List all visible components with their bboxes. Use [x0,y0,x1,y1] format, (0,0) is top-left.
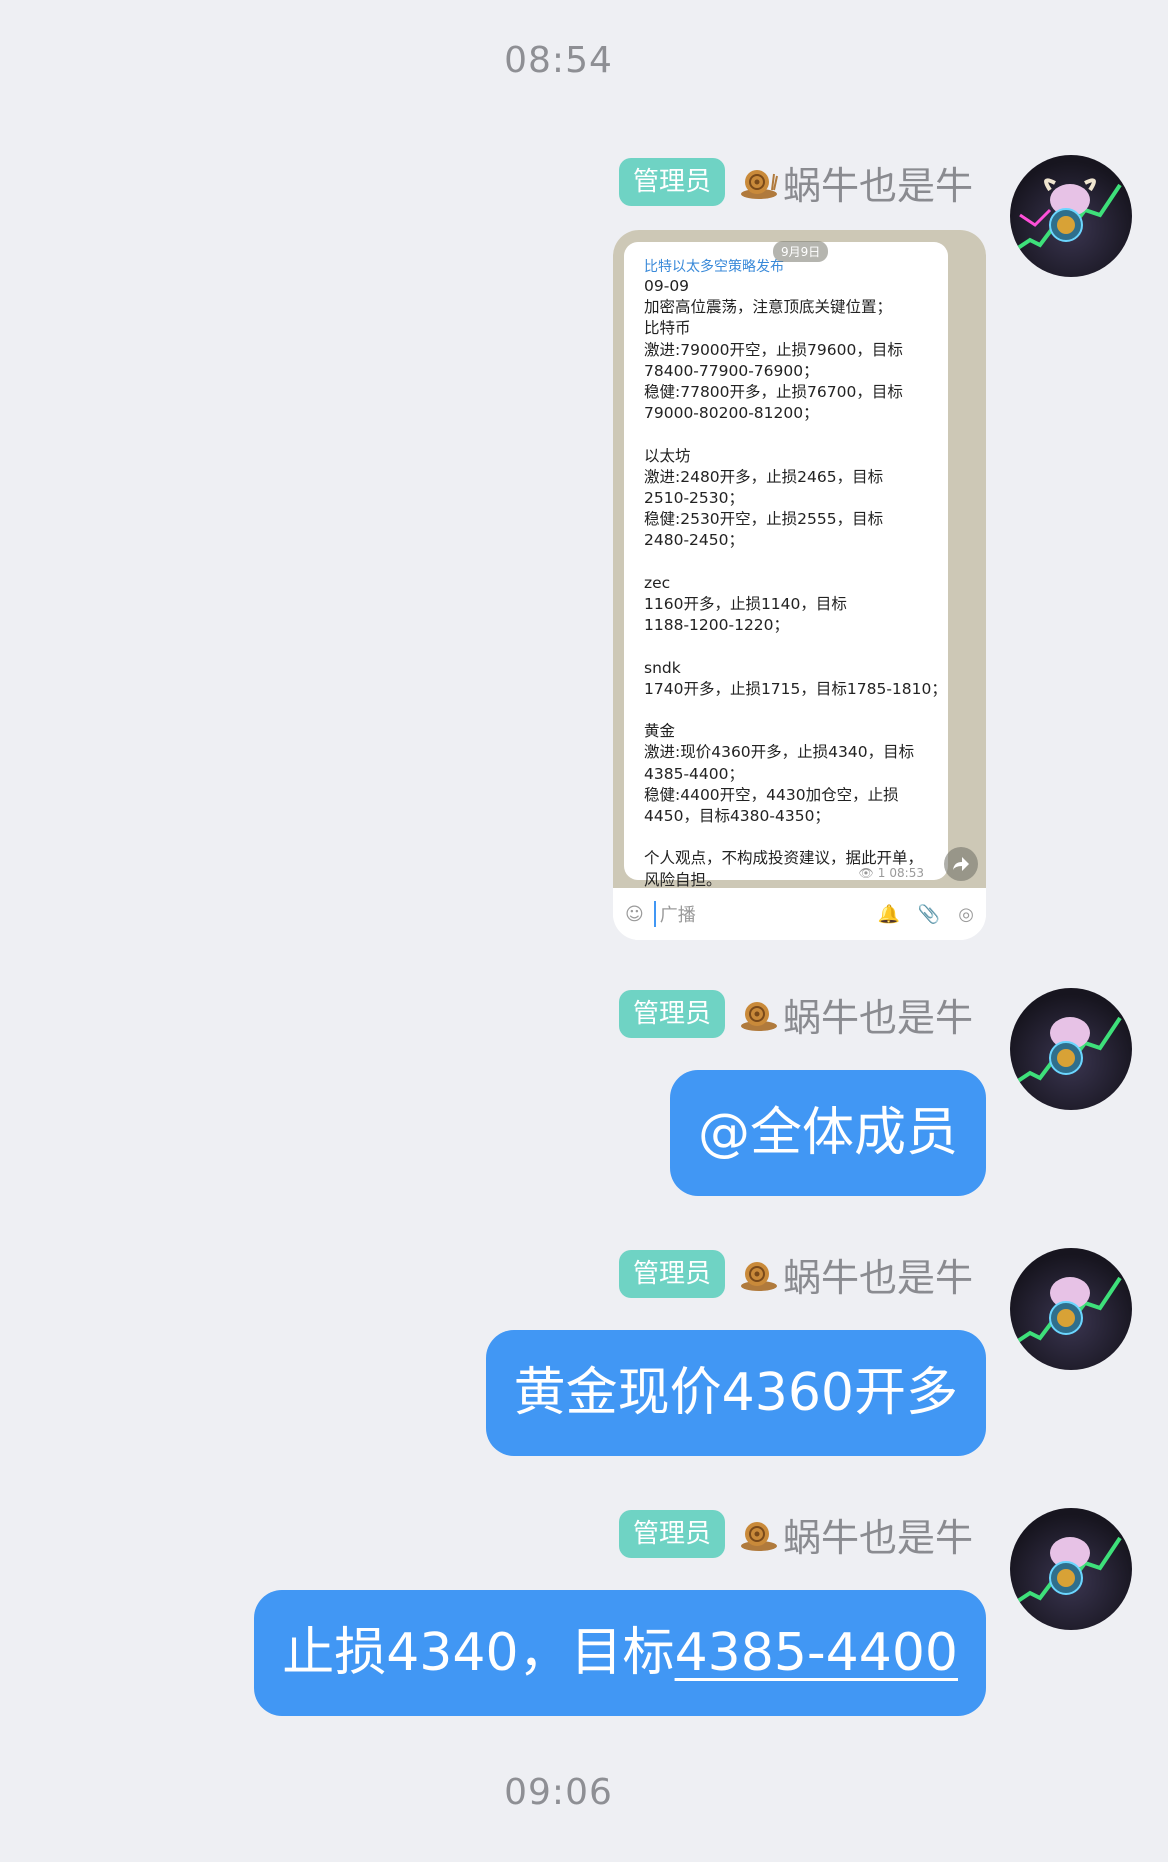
eye-icon: 👁 [858,866,874,880]
snail-emoji-icon [740,1522,777,1551]
post-line: 比特币 [644,319,691,338]
post-line: 稳健:2530开空，止损2555，目标 [644,510,884,529]
date-pill: 9月9日 [773,241,829,262]
sender-name: 蜗牛也是牛 [782,995,973,1040]
forward-button[interactable] [944,847,978,881]
forward-arrow-icon [953,857,969,871]
bull-bitcoin-avatar-icon [1013,178,1122,252]
post-line: 激进:2480开多，止损2465，目标 [644,467,884,486]
post-line [644,552,940,573]
paperclip-icon[interactable]: 📎 [918,904,940,925]
sender-name: 蜗牛也是牛 [782,163,973,208]
message-bubble[interactable]: @全体成员 [669,1070,986,1196]
admin-badge: 管理员 [618,990,725,1038]
post-line: 4450，目标4380-4350； [644,807,830,826]
snail-emoji-icon [740,1262,777,1291]
post-line: 1740开多，止损1715，目标1785-1810； [644,679,947,698]
post-line: 78400-77900-76900； [644,361,819,380]
sender[interactable]: 蜗牛也是牛 [739,987,973,1042]
forwarded-screenshot[interactable]: 比特以太多空策略发布 09-09 加密高位震荡，注意顶底关键位置； 比特币 激进:79… [613,230,986,940]
post-line: 2510-2530； [644,489,744,508]
post-line: 1188-1200-1220； [644,616,790,635]
broadcast-input-bar: ☺ 广播 🔔 📎 ◎ [613,888,986,940]
post-line: zec [644,573,671,592]
post-line: 79000-80200-81200； [644,404,819,423]
post-line: 稳健:77800开多，止损76700，目标 [644,383,903,402]
post-line: 4385-4400； [644,764,744,783]
snail-emoji-icon [740,1002,777,1031]
message-header: 管理员 蜗牛也是牛 [618,990,973,1040]
sender[interactable]: 蜗牛也是牛 [739,155,973,210]
post-line [644,636,940,657]
message-text: 止损4340，目标 [282,1623,675,1683]
admin-badge: 管理员 [618,1510,725,1558]
avatar[interactable] [1010,1248,1132,1370]
bull-bitcoin-avatar-icon [1013,1016,1122,1085]
post-line [644,827,940,848]
post-line: 稳健:4400开空，4430加仓空，止损 [644,785,899,804]
post-line: 以太坊 [644,446,691,465]
post-line: sndk [644,658,681,677]
message-header: 管理员 蜗牛也是牛 [618,1250,973,1300]
post-time: 08:53 [889,866,924,880]
message-bubble[interactable]: 黄金现价4360开多 [485,1330,986,1456]
post-line: 激进:现价4360开多，止损4340，目标 [644,743,915,762]
post-line [644,700,940,721]
post-line: 2480-2450； [644,531,744,550]
post-line: 黄金 [644,722,676,741]
avatar[interactable] [1010,988,1132,1110]
message-link[interactable]: 4385-4400 [675,1623,958,1683]
post-lines: 09-09 加密高位震荡，注意顶底关键位置； 比特币激进:79000开空，止损796… [644,276,947,891]
post-line: 1160开多，止损1140，目标 [644,595,847,614]
camera-icon[interactable]: ◎ [958,904,974,925]
message-header: 管理员 蜗牛也是牛 [618,158,973,208]
broadcast-input[interactable]: 广播 [653,901,860,927]
timestamp-top: 08:54 [504,40,613,81]
post-line: 09-09 [644,277,690,295]
post-line [644,424,940,445]
bull-bitcoin-avatar-icon [1013,1276,1122,1345]
post-line: 加密高位震荡，注意顶底关键位置； [644,298,893,317]
post-meta: 👁 1 08:53 [859,866,924,880]
timestamp-bottom: 09:06 [504,1772,613,1813]
message-header: 管理员 蜗牛也是牛 [618,1510,973,1560]
avatar[interactable] [1010,1508,1132,1630]
emoji-icon[interactable]: ☺ [625,904,644,925]
admin-badge: 管理员 [618,158,725,206]
sender-name: 蜗牛也是牛 [782,1515,973,1560]
view-count: 1 [877,866,886,880]
snail-emoji-icon [740,170,778,199]
post-line: 激进:79000开空，止损79600，目标 [644,340,903,359]
sender[interactable]: 蜗牛也是牛 [739,1507,973,1562]
sender-name: 蜗牛也是牛 [782,1255,973,1300]
message-bubble[interactable]: 止损4340，目标4385-4400 [254,1590,986,1716]
sender[interactable]: 蜗牛也是牛 [739,1247,973,1302]
admin-badge: 管理员 [618,1250,725,1298]
bull-bitcoin-avatar-icon [1013,1536,1122,1605]
bell-icon[interactable]: 🔔 [877,904,899,925]
avatar[interactable] [1010,155,1132,277]
strategy-post: 比特以太多空策略发布 09-09 加密高位震荡，注意顶底关键位置； 比特币 激进:79… [624,242,948,889]
